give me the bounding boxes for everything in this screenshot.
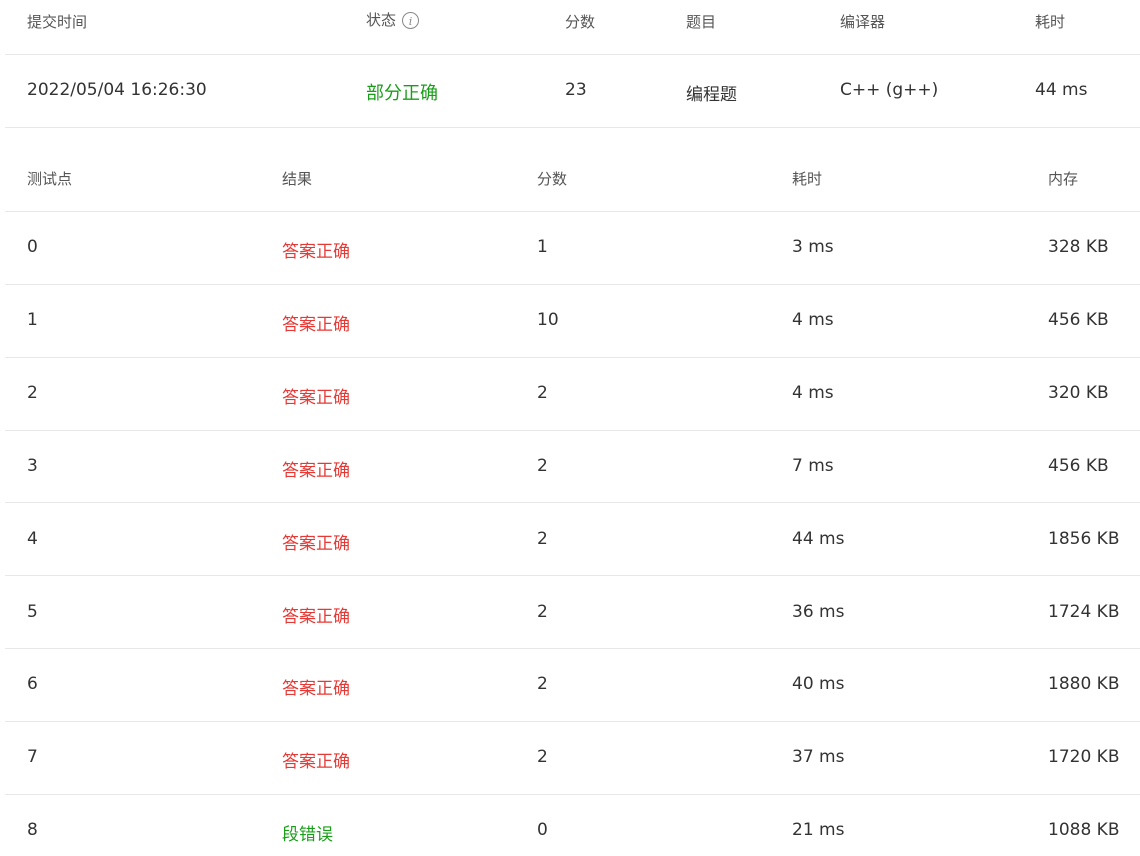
case-result: 答案正确: [282, 461, 350, 481]
header-case-score: 分数: [537, 170, 568, 188]
case-result: 答案正确: [282, 752, 350, 772]
case-time: 44 ms: [792, 529, 845, 549]
case-score: 2: [537, 747, 548, 767]
case-memory: 1880 KB: [1048, 674, 1120, 694]
header-problem: 题目: [686, 13, 717, 31]
header-case-time: 耗时: [792, 170, 823, 188]
header-score: 分数: [565, 13, 596, 31]
divider: [5, 54, 1140, 55]
case-memory: 328 KB: [1048, 237, 1109, 257]
info-icon[interactable]: i: [402, 12, 420, 29]
case-id: 8: [27, 820, 38, 840]
case-memory: 456 KB: [1048, 456, 1109, 476]
case-result: 答案正确: [282, 242, 350, 262]
case-id: 4: [27, 529, 38, 549]
case-id: 1: [27, 310, 38, 330]
case-time: 7 ms: [792, 456, 834, 476]
case-result: 答案正确: [282, 534, 350, 554]
case-score: 2: [537, 674, 548, 694]
case-memory: 320 KB: [1048, 383, 1109, 403]
case-time: 3 ms: [792, 237, 834, 257]
header-status-label: 状态: [366, 11, 397, 29]
case-id: 7: [27, 747, 38, 767]
case-time: 36 ms: [792, 602, 845, 622]
divider: [5, 127, 1140, 128]
case-time: 21 ms: [792, 820, 845, 840]
case-memory: 1720 KB: [1048, 747, 1120, 767]
divider: [5, 575, 1140, 576]
divider: [5, 357, 1140, 358]
problem-value[interactable]: 编程题: [686, 80, 737, 105]
case-score: 0: [537, 820, 548, 840]
submit-time-value: 2022/05/04 16:26:30: [27, 80, 207, 100]
case-memory: 1856 KB: [1048, 529, 1120, 549]
divider: [5, 211, 1140, 212]
case-result: 答案正确: [282, 679, 350, 699]
case-score: 1: [537, 237, 548, 257]
divider: [5, 721, 1140, 722]
divider: [5, 794, 1140, 795]
header-memory: 内存: [1048, 170, 1079, 188]
case-id: 2: [27, 383, 38, 403]
case-result: 答案正确: [282, 315, 350, 335]
case-id: 0: [27, 237, 38, 257]
case-id: 5: [27, 602, 38, 622]
header-case: 测试点: [27, 170, 73, 188]
case-time: 40 ms: [792, 674, 845, 694]
case-result: 答案正确: [282, 388, 350, 408]
case-result: 答案正确: [282, 607, 350, 627]
header-time: 耗时: [1035, 13, 1066, 31]
case-time: 4 ms: [792, 310, 834, 330]
divider: [5, 502, 1140, 503]
header-result: 结果: [282, 170, 313, 188]
case-score: 2: [537, 602, 548, 622]
case-score: 2: [537, 529, 548, 549]
case-score: 10: [537, 310, 559, 330]
case-time: 4 ms: [792, 383, 834, 403]
case-id: 6: [27, 674, 38, 694]
header-compiler: 编译器: [840, 13, 886, 31]
header-status: 状态 i: [366, 9, 420, 30]
score-value: 23: [565, 80, 587, 100]
case-memory: 1724 KB: [1048, 602, 1120, 622]
case-score: 2: [537, 456, 548, 476]
case-memory: 1088 KB: [1048, 820, 1120, 840]
time-value: 44 ms: [1035, 80, 1088, 100]
divider: [5, 284, 1140, 285]
status-value: 部分正确: [366, 83, 438, 104]
case-memory: 456 KB: [1048, 310, 1109, 330]
compiler-value: C++ (g++): [840, 80, 939, 100]
divider: [5, 430, 1140, 431]
divider: [5, 648, 1140, 649]
case-score: 2: [537, 383, 548, 403]
case-time: 37 ms: [792, 747, 845, 767]
case-id: 3: [27, 456, 38, 476]
case-result: 段错误: [282, 825, 333, 845]
header-submit-time: 提交时间: [27, 13, 88, 31]
